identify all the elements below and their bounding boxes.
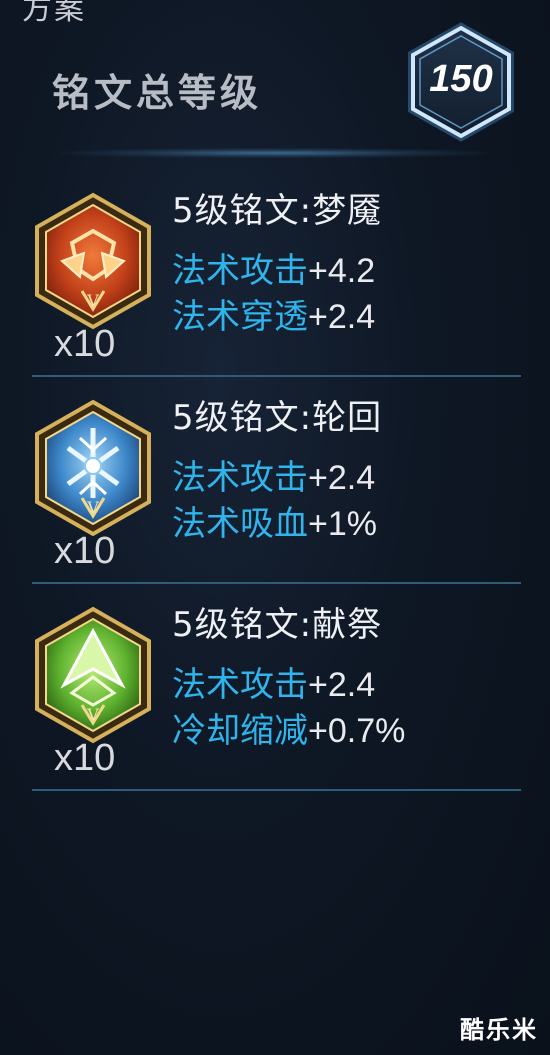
watermark: 酷乐米: [460, 1016, 538, 1044]
rune-row-sacrifice[interactable]: V x10 5级铭文:献祭 法术攻击+2.4 冷却缩减+0.7%: [32, 591, 522, 791]
green-rune-icon: V: [32, 605, 154, 745]
svg-text:V: V: [86, 291, 99, 310]
row-divider: [32, 789, 521, 791]
stat-value: +4.2: [308, 252, 376, 290]
total-level-title: 铭文总等级: [52, 71, 263, 115]
svg-text:V: V: [86, 705, 99, 724]
total-level-badge: 150: [405, 22, 517, 142]
stat-label: 法术攻击: [172, 251, 308, 291]
rune-name: 5级铭文:梦魇: [172, 191, 383, 231]
stat-value: +2.4: [308, 666, 376, 704]
rune-stat-2: 法术吸血+1%: [172, 496, 377, 545]
row-divider: [32, 375, 521, 377]
rune-row-reincarnation[interactable]: V x10 5级铭文:轮回 法术攻击+2.4 法术吸血+1%: [32, 384, 522, 584]
rune-count: x10: [54, 737, 116, 779]
rune-name: 5级铭文:轮回: [172, 398, 383, 438]
stat-value: +1%: [308, 505, 377, 543]
stat-label: 法术攻击: [172, 665, 308, 705]
plan-label: 方案: [22, 0, 86, 27]
svg-text:V: V: [86, 498, 99, 517]
row-divider: [32, 582, 521, 584]
total-level-value: 150: [429, 58, 493, 100]
stat-label: 冷却缩减: [172, 711, 308, 751]
header-divider-glow: [60, 148, 490, 158]
rune-count: x10: [54, 323, 116, 365]
stat-value: +2.4: [308, 459, 376, 497]
rune-count: x10: [54, 530, 116, 572]
stat-label: 法术穿透: [172, 297, 308, 337]
stat-label: 法术攻击: [172, 458, 308, 498]
red-rune-icon: V: [32, 191, 154, 331]
rune-stat-1: 法术攻击+4.2: [172, 243, 375, 292]
rune-stat-2: 冷却缩减+0.7%: [172, 703, 405, 752]
rune-name: 5级铭文:献祭: [172, 605, 383, 645]
rune-row-nightmare[interactable]: V x10 5级铭文:梦魇 法术攻击+4.2 法术穿透+2.4: [32, 177, 522, 377]
stat-value: +2.4: [308, 298, 376, 336]
blue-rune-icon: V: [32, 398, 154, 538]
rune-stat-1: 法术攻击+2.4: [172, 657, 375, 706]
rune-stat-1: 法术攻击+2.4: [172, 450, 375, 499]
rune-stat-2: 法术穿透+2.4: [172, 289, 375, 338]
stat-label: 法术吸血: [172, 504, 308, 544]
stat-value: +0.7%: [308, 712, 406, 750]
